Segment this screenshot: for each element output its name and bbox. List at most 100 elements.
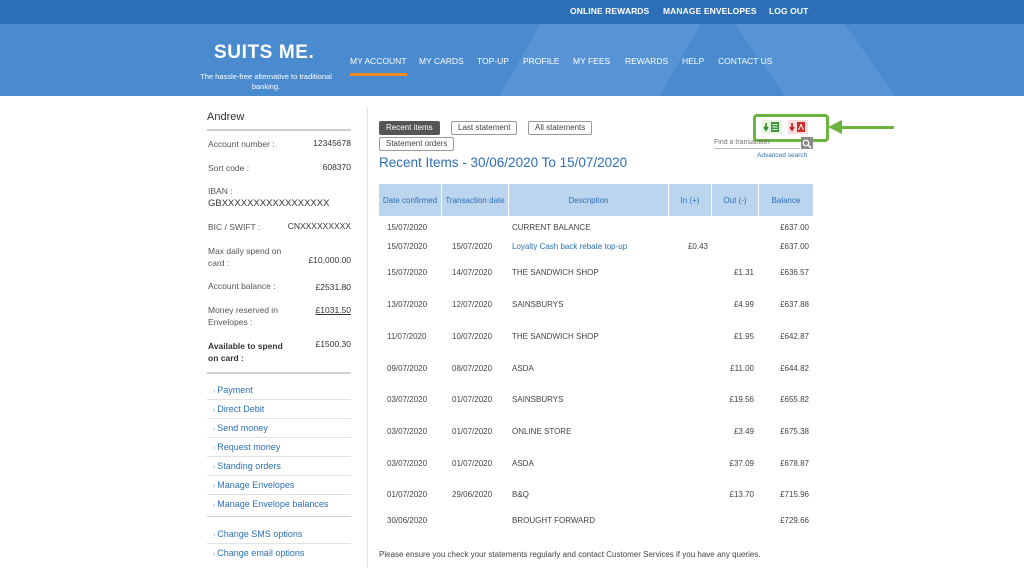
download-pdf-icon[interactable] (788, 120, 808, 134)
divider (207, 372, 351, 374)
brand-logo[interactable]: SUITS ME. (214, 42, 314, 64)
nav-profile[interactable]: PROFILE (523, 56, 559, 66)
max-daily-spend-label: Max daily spend on card : (208, 246, 282, 268)
tab-statement-orders[interactable]: Statement orders (379, 137, 455, 151)
cell-date-confirmed: 03/07/2020 (387, 427, 428, 436)
cell-balance: £715.96 (780, 490, 809, 499)
log-out-link[interactable]: LOG OUT (769, 6, 808, 16)
divider (207, 129, 351, 131)
cell-balance: £675.38 (780, 427, 809, 436)
column-header-transaction-date[interactable]: Transaction date (442, 184, 508, 216)
max-daily-spend-value: £10,000.00 (308, 255, 351, 265)
divider (207, 399, 351, 400)
brand-tagline: The hassle-free alternative to tradition… (200, 72, 332, 91)
cell-transaction-date: 01/07/2020 (452, 459, 493, 468)
bic-value: CNXXXXXXXXX (287, 221, 351, 231)
cell-date-confirmed: 01/07/2020 (387, 490, 428, 499)
tab-last-statement[interactable]: Last statement (451, 121, 518, 135)
nav-my-cards[interactable]: MY CARDS (419, 56, 464, 66)
cell-out: £11.00 (730, 364, 754, 373)
nav-contact-us[interactable]: CONTACT US (718, 56, 772, 66)
cell-transaction-date: 01/07/2020 (452, 427, 493, 436)
cell-transaction-date: 01/07/2020 (452, 395, 493, 404)
cell-balance: £642.87 (780, 332, 809, 341)
cell-date-confirmed: 03/07/2020 (387, 395, 428, 404)
cell-date-confirmed: 11/07/2020 (387, 332, 427, 341)
column-header-balance[interactable]: Balance (759, 184, 813, 216)
top-bar: ONLINE REWARDS MANAGE ENVELOPES LOG OUT (0, 0, 1024, 24)
tab-recent-items[interactable]: Recent items (379, 121, 440, 135)
cell-transaction-date: 08/07/2020 (452, 364, 493, 373)
cell-date-confirmed: 15/07/2020 (387, 242, 428, 251)
cell-transaction-date: 29/06/2020 (452, 490, 493, 499)
download-excel-icon[interactable] (762, 120, 782, 134)
cell-balance: £636.57 (780, 268, 809, 277)
account-balance-value: £2531.80 (315, 282, 351, 292)
iban-label: IBAN : (208, 186, 233, 196)
cell-balance: £644.82 (780, 364, 809, 373)
pointer-arrow (842, 126, 894, 129)
cell-transaction-date: 14/07/2020 (452, 268, 493, 277)
sidebar-link-payment[interactable]: Payment (213, 385, 253, 395)
money-reserved-label: Money reserved in Envelopes : (208, 305, 278, 327)
sidebar-link-send-money[interactable]: Send money (213, 423, 268, 433)
manage-envelopes-link[interactable]: MANAGE ENVELOPES (663, 6, 757, 16)
sidebar-link-manage-envelopes[interactable]: Manage Envelopes (213, 480, 294, 490)
search-button[interactable] (801, 137, 813, 149)
pointer-arrow-head (828, 120, 842, 134)
cell-in: £0.43 (687, 242, 708, 251)
cell-description: B&Q (512, 490, 529, 499)
column-header-date-confirmed[interactable]: Date confirmed (379, 184, 441, 216)
nav-help[interactable]: HELP (682, 56, 704, 66)
cell-balance: £637.00 (780, 242, 809, 251)
divider (207, 475, 351, 476)
cell-transaction-date: 12/07/2020 (452, 300, 493, 309)
divider (207, 437, 351, 438)
nav-top-up[interactable]: TOP-UP (477, 56, 509, 66)
cell-description: THE SANDWICH SHOP (512, 332, 599, 341)
cell-date-confirmed: 15/07/2020 (387, 268, 428, 277)
divider (207, 543, 351, 544)
sidebar-link-change-email-options[interactable]: Change email options (213, 548, 304, 558)
header-banner: SUITS ME. The hassle-free alternative to… (0, 24, 1024, 96)
advanced-search-link[interactable]: Advanced search (757, 152, 807, 159)
account-number-label: Account number : (208, 139, 275, 149)
cell-description: THE SANDWICH SHOP (512, 268, 599, 277)
nav-rewards[interactable]: REWARDS (625, 56, 668, 66)
cell-date-confirmed: 13/07/2020 (387, 300, 428, 309)
bic-label: BIC / SWIFT : (208, 222, 261, 232)
cell-description: SAINSBURYS (512, 395, 564, 404)
sidebar-link-change-sms-options[interactable]: Change SMS options (213, 529, 302, 539)
tab-all-statements[interactable]: All statements (528, 121, 593, 135)
cell-transaction-date: 10/07/2020 (452, 332, 493, 341)
divider (207, 418, 351, 419)
sort-code-label: Sort code : (208, 163, 250, 173)
statement-notice: Please ensure you check your statements … (379, 550, 761, 559)
cell-out: £37.09 (729, 459, 754, 468)
account-balance-label: Account balance : (208, 281, 276, 291)
available-to-spend-label: Available to spend on card : (208, 341, 283, 363)
sidebar-link-manage-envelope-balances[interactable]: Manage Envelope balances (213, 499, 328, 509)
divider (207, 494, 351, 495)
cell-balance: £637.00 (780, 223, 809, 232)
search-transaction-input[interactable] (714, 137, 800, 149)
cell-balance: £637.88 (780, 300, 809, 309)
column-header-in[interactable]: In (+) (669, 184, 711, 216)
cell-date-confirmed: 30/06/2020 (387, 516, 428, 525)
cell-description: ASDA (512, 459, 534, 468)
sidebar-link-standing-orders[interactable]: Standing orders (213, 461, 281, 471)
sidebar-link-direct-debit[interactable]: Direct Debit (213, 404, 264, 414)
cell-out: £1.31 (733, 268, 754, 277)
online-rewards-link[interactable]: ONLINE REWARDS (570, 6, 649, 16)
nav-my-account[interactable]: MY ACCOUNT (350, 56, 407, 76)
cell-description[interactable]: Loyalty Cash back rebate top-up (512, 242, 627, 251)
column-header-out[interactable]: Out (-) (712, 184, 758, 216)
nav-my-fees[interactable]: MY FEES (573, 56, 610, 66)
cell-out: £13.70 (729, 490, 754, 499)
sidebar-link-request-money[interactable]: Request money (213, 442, 280, 452)
cell-description: ONLINE STORE (512, 427, 572, 436)
money-reserved-value[interactable]: £1031.50 (316, 305, 351, 315)
cell-date-confirmed: 09/07/2020 (387, 364, 428, 373)
column-header-description[interactable]: Description (509, 184, 668, 216)
cell-description: ASDA (512, 364, 534, 373)
